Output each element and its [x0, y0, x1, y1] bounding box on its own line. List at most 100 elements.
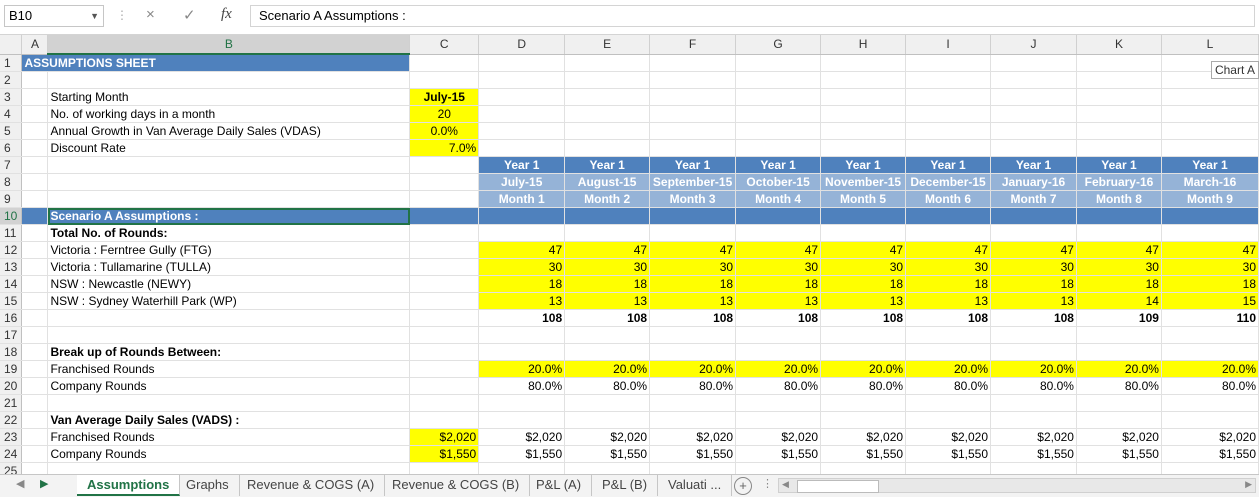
input-value[interactable]: 0.0%	[409, 122, 480, 140]
vads-company-value[interactable]: $1,550	[1161, 445, 1259, 463]
cell[interactable]	[649, 88, 737, 106]
cell[interactable]	[990, 462, 1077, 474]
period-header[interactable]: Year 1	[1076, 156, 1162, 174]
cell[interactable]	[1161, 207, 1259, 225]
cell[interactable]	[735, 139, 822, 157]
column-header-h[interactable]: H	[820, 35, 907, 55]
round-total[interactable]: 109	[1076, 309, 1162, 327]
cell[interactable]	[820, 411, 907, 429]
cell[interactable]	[735, 54, 822, 72]
cell[interactable]	[1161, 326, 1259, 344]
vads-franchised-value[interactable]: $2,020	[990, 428, 1077, 446]
round-value[interactable]: 30	[735, 258, 822, 276]
cell[interactable]	[564, 462, 651, 474]
period-header[interactable]: December-15	[905, 173, 992, 191]
vads-franchised-value[interactable]: $2,020	[649, 428, 737, 446]
cell[interactable]	[905, 54, 992, 72]
cell[interactable]	[905, 326, 992, 344]
cell[interactable]	[478, 207, 566, 225]
round-value[interactable]: 47	[1160, 241, 1259, 259]
cell[interactable]	[21, 139, 49, 157]
cell[interactable]	[649, 326, 737, 344]
cell[interactable]	[1076, 343, 1162, 361]
round-label[interactable]: NSW : Newcastle (NEWY)	[47, 275, 411, 293]
cell[interactable]	[21, 428, 49, 446]
round-label[interactable]: Victoria : Ferntree Gully (FTG)	[47, 241, 411, 259]
cell[interactable]	[47, 190, 411, 208]
round-value[interactable]: 47	[564, 241, 651, 259]
cell[interactable]	[21, 309, 49, 327]
cell[interactable]	[820, 207, 907, 225]
cell[interactable]	[1076, 54, 1162, 72]
row-header[interactable]: 22	[0, 411, 23, 429]
cell[interactable]	[1076, 394, 1162, 412]
cell[interactable]	[820, 224, 907, 242]
cell[interactable]	[649, 207, 737, 225]
franchised-value[interactable]: 20.0%	[735, 360, 822, 378]
cell[interactable]	[478, 326, 566, 344]
cell[interactable]	[905, 88, 992, 106]
cell[interactable]	[735, 343, 822, 361]
round-total[interactable]: 108	[990, 309, 1077, 327]
cell[interactable]	[409, 394, 480, 412]
section-heading[interactable]: Break up of Rounds Between:	[47, 343, 411, 361]
sheet-title[interactable]: ASSUMPTIONS SHEET	[21, 54, 411, 72]
period-header[interactable]: October-15	[735, 173, 822, 191]
cell[interactable]	[47, 394, 411, 412]
round-value[interactable]: 18	[1160, 275, 1259, 293]
column-header-g[interactable]: G	[735, 35, 822, 55]
round-value[interactable]: 30	[649, 258, 737, 276]
cell[interactable]	[409, 258, 480, 276]
cell[interactable]	[735, 326, 822, 344]
period-header[interactable]: Year 1	[905, 156, 992, 174]
cell[interactable]	[21, 343, 49, 361]
cell[interactable]	[409, 71, 480, 89]
select-all-corner[interactable]	[0, 35, 23, 55]
cell[interactable]	[1161, 122, 1259, 140]
period-header[interactable]: Year 1	[820, 156, 907, 174]
cell[interactable]	[564, 139, 651, 157]
column-header-l[interactable]: L	[1161, 35, 1259, 55]
row-header[interactable]: 20	[0, 377, 23, 395]
sheet-tab[interactable]: Revenue & COGS (A)	[237, 475, 386, 496]
cell[interactable]	[21, 258, 49, 276]
franchised-value[interactable]: 20.0%	[1160, 360, 1259, 378]
cell[interactable]	[820, 54, 907, 72]
cell[interactable]	[409, 411, 480, 429]
franchised-value[interactable]: 20.0%	[820, 360, 907, 378]
cell[interactable]	[21, 292, 49, 310]
cell[interactable]	[905, 462, 992, 474]
period-header[interactable]: February-16	[1076, 173, 1162, 191]
cell[interactable]	[1161, 105, 1259, 123]
cell[interactable]	[990, 88, 1077, 106]
cell[interactable]	[1161, 343, 1259, 361]
column-header-f[interactable]: F	[649, 35, 737, 55]
vads-franchised-value[interactable]: $2,020	[564, 428, 651, 446]
cell[interactable]	[47, 462, 411, 474]
cell[interactable]	[735, 105, 822, 123]
row-header[interactable]: 17	[0, 326, 23, 344]
cell[interactable]	[735, 462, 822, 474]
period-header[interactable]: Month 8	[1076, 190, 1162, 208]
column-header-e[interactable]: E	[564, 35, 651, 55]
cell[interactable]	[478, 411, 566, 429]
vads-company-value[interactable]: $1,550	[990, 445, 1077, 463]
cell[interactable]	[735, 207, 822, 225]
tab-scroll-left-icon[interactable]: ◀	[16, 477, 24, 490]
cell[interactable]	[905, 139, 992, 157]
cell[interactable]	[21, 411, 49, 429]
input-label[interactable]: Annual Growth in Van Average Daily Sales…	[47, 122, 411, 140]
company-value[interactable]: 80.0%	[1076, 377, 1162, 395]
cell[interactable]	[409, 292, 480, 310]
cell[interactable]	[409, 173, 480, 191]
cell[interactable]	[21, 445, 49, 463]
row-header[interactable]: 12	[0, 241, 23, 259]
cell[interactable]	[564, 326, 651, 344]
cell[interactable]	[1161, 394, 1259, 412]
cell[interactable]	[409, 275, 480, 293]
column-header-k[interactable]: K	[1076, 35, 1162, 55]
vads-franchised-input[interactable]: $2,020	[409, 428, 480, 446]
cell[interactable]	[1161, 224, 1259, 242]
period-header[interactable]: Month 6	[905, 190, 992, 208]
round-value[interactable]: 30	[564, 258, 651, 276]
